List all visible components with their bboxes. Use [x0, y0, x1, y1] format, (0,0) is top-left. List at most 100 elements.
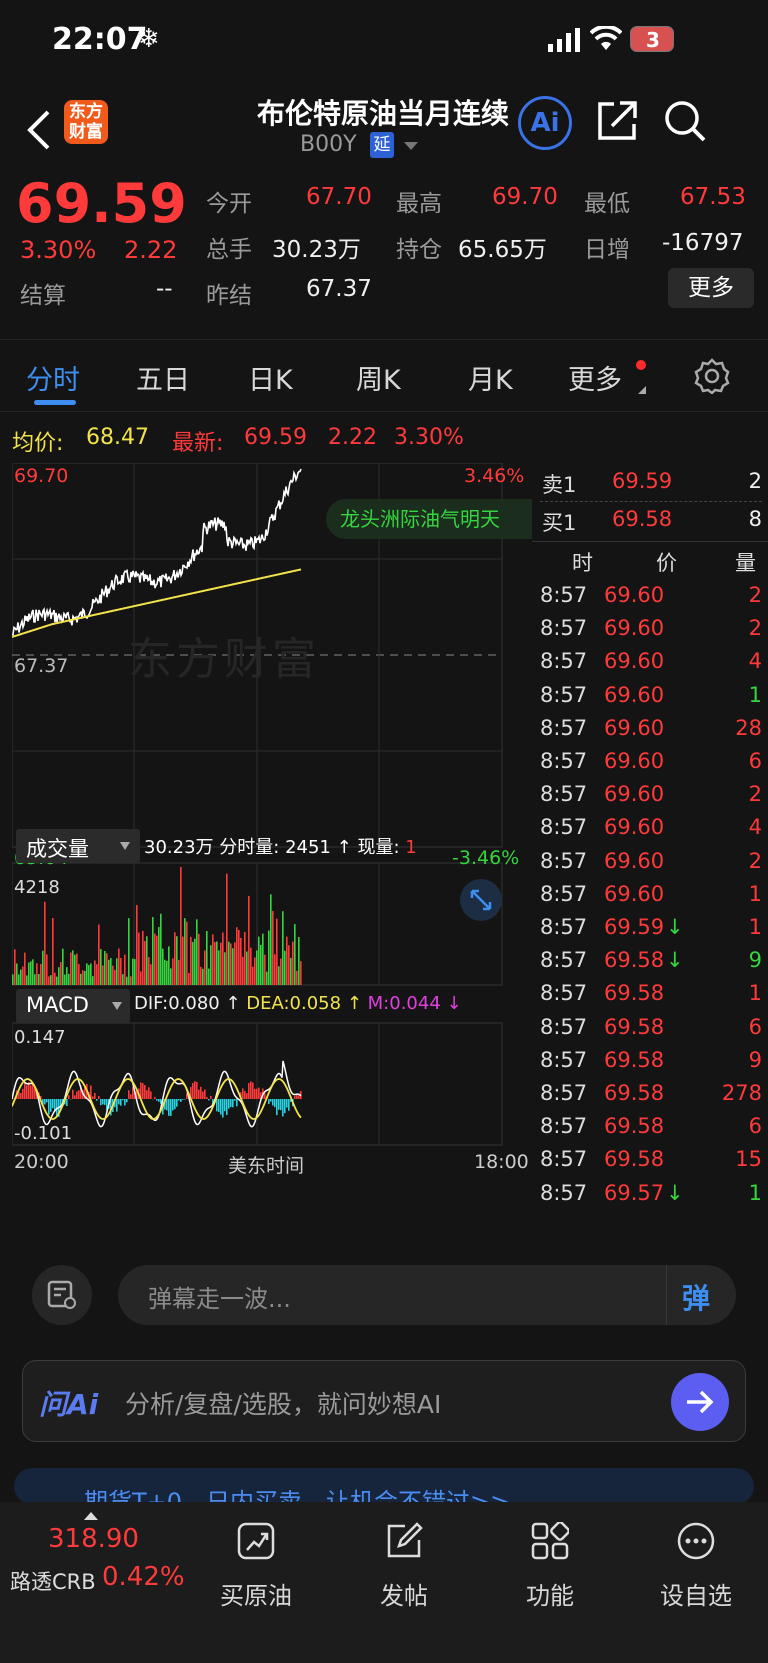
back-arrow-icon[interactable]	[26, 110, 52, 150]
settle-value: --	[156, 276, 173, 302]
tick-time: 8:57	[540, 815, 588, 840]
buy-crude-label: 买原油	[220, 1582, 292, 1610]
collapse-up-icon[interactable]	[84, 1512, 98, 1520]
volume-indicator-selector[interactable]: 成交量	[16, 829, 140, 863]
macd-bar	[68, 1095, 70, 1099]
tab-intraday[interactable]: 分时	[26, 358, 80, 397]
share-icon[interactable]	[598, 100, 638, 140]
macd-dea: DEA:0.058 ↑	[246, 993, 362, 1014]
danmaku-settings-button[interactable]	[32, 1265, 92, 1325]
axis-top-pct: 3.46%	[464, 465, 525, 487]
volume-bar	[118, 948, 120, 985]
quote-panel: 69.59 3.30% 2.22 结算 -- 今开 67.70 最高 69.70…	[0, 170, 768, 340]
macd-bar	[104, 1099, 106, 1105]
volume-bar	[222, 932, 224, 985]
volume-bar	[14, 949, 16, 985]
status-time: 22:07	[52, 22, 148, 57]
tick-row: 8:57 69.60 4	[540, 645, 762, 680]
snowflake-icon: ❄	[138, 24, 160, 54]
macd-bar	[194, 1081, 196, 1099]
search-icon[interactable]	[664, 100, 706, 142]
tab-week-k[interactable]: 周K	[356, 358, 401, 397]
period-tabs: 分时 五日 日K 周K 月K 更多	[0, 340, 768, 412]
macd-bar	[218, 1099, 220, 1112]
settings-gear-icon[interactable]	[694, 358, 730, 394]
prev-settle-label: 昨结	[206, 283, 252, 309]
ai-button[interactable]: Ai	[518, 96, 572, 150]
promo-text: 期货T+0，日内买卖，让机会不错过>>	[84, 1488, 511, 1504]
tab-five-day[interactable]: 五日	[136, 358, 190, 397]
grid-icon	[531, 1521, 570, 1560]
dropdown-icon[interactable]	[404, 142, 418, 152]
macd-bar	[74, 1095, 76, 1099]
macd-bar	[44, 1099, 46, 1105]
volume-bar	[172, 958, 174, 985]
low-value: 67.53	[680, 184, 746, 210]
volume-bar	[292, 941, 294, 985]
logo-text-1: 东方	[69, 102, 103, 122]
macd-bar	[276, 1099, 278, 1116]
macd-bar	[130, 1094, 132, 1099]
ai-assistant-bar[interactable]: 问Ai 分析/复盘/选股，就问妙想AI	[22, 1360, 746, 1442]
volume-bar	[130, 976, 132, 985]
macd-bar	[296, 1094, 298, 1099]
macd-bar	[30, 1085, 32, 1099]
oi-label: 持仓	[396, 237, 442, 263]
ask-label: 卖1	[542, 473, 577, 497]
tab-more[interactable]: 更多	[568, 358, 622, 397]
col-price: 价	[656, 551, 677, 575]
functions-button[interactable]: 功能	[490, 1521, 610, 1611]
macd-bar	[170, 1099, 172, 1117]
tick-down-arrow-icon: ↓	[666, 915, 684, 939]
volume-bar	[24, 952, 26, 985]
volume-bar	[120, 957, 122, 985]
promo-banner[interactable]: 期货T+0，日内买卖，让机会不错过>>	[14, 1468, 754, 1504]
macd-indicator-selector[interactable]: MACD	[16, 989, 130, 1023]
ticks-header: 时 价 量	[540, 543, 762, 578]
macd-bar	[94, 1093, 96, 1099]
volume-bar	[114, 969, 116, 985]
expand-button[interactable]	[460, 879, 502, 921]
contract-code[interactable]: B00Y	[300, 132, 357, 157]
news-ticker[interactable]: 龙头洲际油气明天	[326, 499, 532, 539]
tick-time: 8:57	[540, 981, 588, 1006]
intraday-summary: 均价: 68.47 最新: 69.59 2.22 3.30%	[0, 412, 768, 456]
macd-bar	[26, 1085, 28, 1099]
volume-bar	[178, 959, 180, 985]
logo-text-2: 财富	[69, 122, 103, 142]
more-button[interactable]: 更多	[668, 268, 754, 308]
macd-bar	[270, 1099, 272, 1102]
macd-bar	[172, 1099, 174, 1111]
index-name[interactable]: 路透CRB	[10, 1566, 96, 1596]
tab-month-k[interactable]: 月K	[468, 358, 513, 397]
macd-bar	[220, 1099, 222, 1115]
danmaku-send-button[interactable]: 弹	[682, 1277, 710, 1317]
tick-price: 69.60	[604, 815, 665, 840]
volume-bar	[212, 934, 214, 985]
danmaku-input[interactable]: 弹幕走一波... 弹	[118, 1265, 736, 1325]
post-button[interactable]: 发帖	[344, 1522, 464, 1611]
app-logo[interactable]: 东方 财富	[64, 100, 108, 144]
tab-day-k[interactable]: 日K	[248, 358, 293, 397]
col-qty: 量	[735, 551, 756, 575]
macd-bar	[248, 1083, 250, 1099]
volume-bar	[124, 954, 126, 985]
volume-bar	[126, 976, 128, 985]
volume-bar	[122, 974, 124, 985]
add-watchlist-button[interactable]: 设自选	[636, 1522, 756, 1611]
axis-top-price: 69.70	[14, 465, 69, 487]
macd-bar	[116, 1099, 118, 1112]
volume-bar	[230, 943, 232, 985]
macd-bar	[244, 1090, 246, 1099]
tick-time: 8:57	[540, 649, 588, 674]
danmaku-placeholder: 弹幕走一波...	[148, 1285, 291, 1313]
ai-submit-button[interactable]	[671, 1373, 729, 1431]
volume-bar	[86, 963, 88, 985]
volume-bar	[96, 964, 98, 985]
tick-qty: 15	[735, 1147, 762, 1172]
buy-crude-button[interactable]: 买原油	[196, 1522, 316, 1611]
volume-bar	[276, 918, 278, 985]
intraday-chart[interactable]: 69.70 3.46% 67.37 65.04 -3.46% 东方财富 龙头洲际…	[11, 462, 532, 1243]
macd-bar	[46, 1099, 48, 1103]
order-book-panel: 卖1 69.59 2 买1 69.58 8 时 价 量 8:57 69.60 2 8:…	[532, 463, 768, 1243]
